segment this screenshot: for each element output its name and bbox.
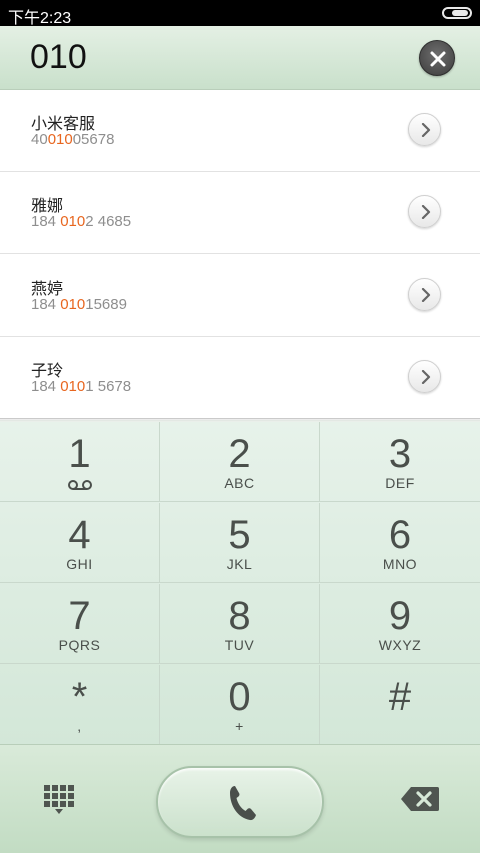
key-4[interactable]: 4 GHI [0,503,160,583]
key-letters: GHI [66,556,93,572]
list-item[interactable]: 子玲 184 0101 5678 [0,337,480,419]
key-8[interactable]: 8 TUV [160,584,320,664]
battery-icon [442,7,472,19]
key-hash[interactable]: # [320,665,480,745]
contact-number: 4001005678 [31,131,115,148]
dialed-number[interactable]: 010 [30,38,87,77]
chevron-right-icon [421,288,431,302]
voicemail-icon [68,480,92,490]
status-bar: 下午2:23 [0,0,480,27]
dialpad-icon[interactable] [44,785,74,815]
list-item[interactable]: 小米客服 4001005678 [0,90,480,172]
status-time: 下午2:23 [8,10,72,27]
key-star[interactable]: * , [0,665,160,745]
key-letters: MNO [382,556,418,572]
dial-input-bar: 010 [0,26,480,90]
dialer-action-bar [0,744,480,853]
key-3[interactable]: 3 DEF [320,422,480,502]
key-letters: TUV [224,637,255,653]
key-7[interactable]: 7 PQRS [0,584,160,664]
list-item[interactable]: 雅娜 184 0102 4685 [0,172,480,254]
key-digit: 1 [68,432,91,476]
key-digit: 3 [388,432,412,476]
key-letters: , [77,718,82,734]
key-letters: ABC [224,475,255,491]
key-digit: * [71,675,88,719]
phone-icon [230,786,256,821]
key-letters: WXYZ [378,637,422,653]
backspace-icon[interactable] [400,786,440,812]
chevron-right-icon [421,205,431,219]
contact-detail-button[interactable] [408,278,441,311]
key-digit: 8 [228,594,251,638]
contact-detail-button[interactable] [408,113,441,146]
contact-detail-button[interactable] [408,195,441,228]
key-letters: JKL [226,556,253,572]
key-6[interactable]: 6 MNO [320,503,480,583]
key-digit: 2 [228,432,251,476]
key-digit: 7 [68,594,91,638]
close-icon [430,51,446,67]
key-digit: 9 [388,594,412,638]
list-item[interactable]: 燕婷 184 01015689 [0,255,480,337]
chevron-right-icon [421,123,431,137]
chevron-right-icon [421,370,431,384]
key-9[interactable]: 9 WXYZ [320,584,480,664]
key-2[interactable]: 2 ABC [160,422,320,502]
key-digit: 4 [68,513,91,557]
key-0[interactable]: 0 + [160,665,320,745]
key-digit: 6 [388,513,412,557]
key-digit: 5 [228,513,251,557]
key-letters: PQRS [58,637,101,653]
key-digit: 0 [228,675,251,719]
key-5[interactable]: 5 JKL [160,503,320,583]
key-letters: + [235,718,244,734]
contact-number: 184 01015689 [31,296,127,313]
contact-detail-button[interactable] [408,360,441,393]
clear-number-button[interactable] [419,40,455,76]
contact-number: 184 0101 5678 [31,378,132,395]
key-1[interactable]: 1 [0,422,160,502]
contact-results-list: 小米客服 4001005678 雅娜 184 0102 4685 燕婷 184 … [0,90,480,420]
dial-keypad: 1 2 ABC 3 DEF 4 GHI 5 JKL 6 MNO 7 PQRS 8… [0,422,480,745]
key-digit: # [388,675,412,719]
contact-number: 184 0102 4685 [31,213,132,230]
call-button[interactable] [156,766,324,838]
key-letters: DEF [385,475,415,491]
